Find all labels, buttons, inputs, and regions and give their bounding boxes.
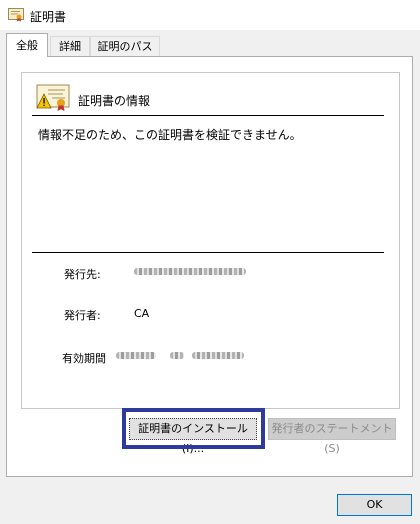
tab-label: 証明のパス — [97, 40, 153, 53]
issued-to-value-redacted — [134, 268, 246, 275]
certificate-warning-icon — [36, 84, 70, 111]
verification-warning: 情報不足のため、この証明書を検証できません。 — [38, 128, 302, 142]
window-title: 証明書 — [30, 10, 67, 24]
divider — [32, 115, 384, 116]
tab-label: 詳細 — [59, 40, 81, 53]
issued-by-value: CA — [134, 307, 150, 320]
issuer-statement-button[interactable]: 発行者のステートメント(S) — [268, 418, 396, 455]
tab-label: 全般 — [16, 39, 38, 52]
tab-certification-path[interactable]: 証明のパス — [90, 36, 160, 56]
tab-details[interactable]: 詳細 — [50, 36, 90, 56]
install-certificate-button[interactable]: 証明書のインストール(I)... — [129, 418, 257, 455]
ok-button[interactable]: OK — [337, 494, 412, 516]
validity-separator-redacted — [170, 352, 184, 359]
validity-period-label: 有効期間 — [62, 352, 106, 365]
certificate-icon — [8, 8, 24, 22]
validity-from-redacted — [116, 352, 156, 359]
title-bar: 証明書 — [0, 0, 420, 30]
certificate-info-heading: 証明書の情報 — [78, 94, 151, 108]
issued-by-label: 発行者: — [64, 309, 101, 322]
divider — [32, 252, 384, 253]
validity-to-redacted — [192, 352, 244, 359]
tab-general[interactable]: 全般 — [6, 33, 48, 57]
issued-to-label: 発行先: — [64, 268, 101, 281]
